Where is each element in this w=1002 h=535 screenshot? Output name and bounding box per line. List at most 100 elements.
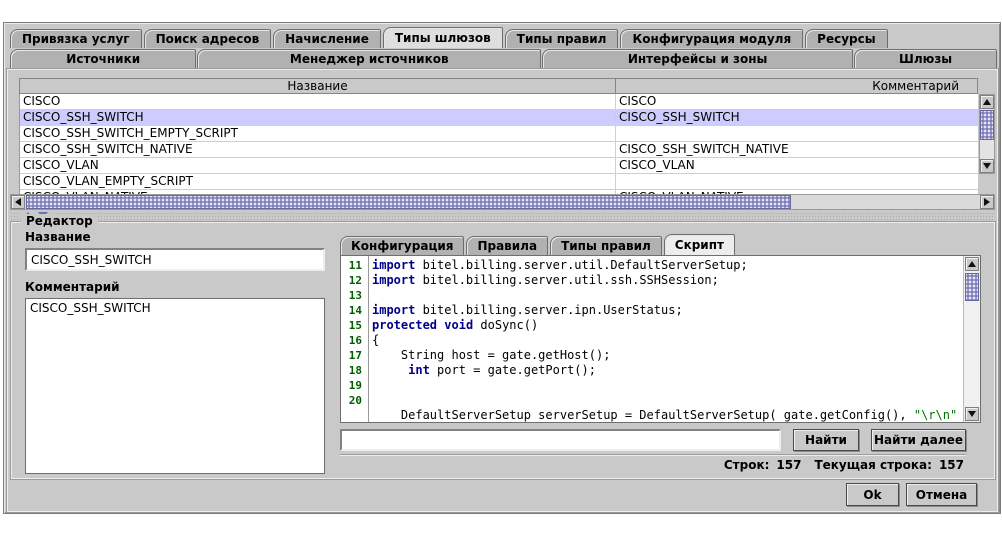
line-number: 20 <box>341 393 367 408</box>
sub-tab-3[interactable]: Шлюзы <box>854 49 997 68</box>
line-number: 11 <box>341 258 367 273</box>
editor-panel-title: Редактор <box>21 214 98 228</box>
scroll-right-icon[interactable] <box>980 195 994 209</box>
editor-tab-bar: КонфигурацияПравилаТипы правилСкрипт <box>340 234 737 255</box>
editor-tab-3[interactable]: Скрипт <box>664 234 735 255</box>
code-segment: bitel.billing.server.util.ssh.SSHSession… <box>415 273 718 287</box>
code-segment: import <box>372 258 415 272</box>
line-number: 13 <box>341 288 367 303</box>
code-segment: doSync() <box>473 318 538 332</box>
main-tab-bar: Привязка услугПоиск адресовНачислениеТип… <box>10 27 996 48</box>
line-number: 17 <box>341 348 367 363</box>
code-segment: bitel.billing.server.util.DefaultServerS… <box>415 258 747 272</box>
comment-textarea[interactable] <box>25 298 325 474</box>
line-number: 16 <box>341 333 367 348</box>
cancel-button[interactable]: Отмена <box>906 483 977 506</box>
horizontal-scroll-thumb[interactable] <box>26 195 791 209</box>
code-line: 11 import bitel.billing.server.util.Defau… <box>341 258 964 273</box>
cell-name: CISCO_VLAN <box>20 158 616 173</box>
scroll-left-icon[interactable] <box>11 195 25 209</box>
sub-tab-2[interactable]: Интерфейсы и зоны <box>542 49 853 68</box>
line-number: 15 <box>341 318 367 333</box>
code-line: 19 <box>341 378 964 393</box>
lines-count-label: Строк: <box>724 458 770 472</box>
code-line: 17 String host = gate.getHost(); <box>341 348 964 363</box>
editor-vertical-scrollbar[interactable] <box>963 256 980 422</box>
code-segment: port = gate.getPort(); <box>430 363 596 377</box>
search-input[interactable] <box>340 429 781 451</box>
content-panel: Название Комментарий CISCOCISCOCISCO_SSH… <box>6 68 999 513</box>
table-row[interactable]: CISCOCISCO <box>20 94 978 110</box>
line-number: 19 <box>341 378 367 393</box>
code-line: 12import bitel.billing.server.util.ssh.S… <box>341 273 964 288</box>
find-button[interactable]: Найти <box>793 429 859 451</box>
editor-tab-2[interactable]: Типы правил <box>550 236 662 255</box>
line-number: 18 <box>341 363 367 378</box>
main-tab-2[interactable]: Начисление <box>273 29 381 48</box>
main-tab-5[interactable]: Конфигурация модуля <box>620 29 803 48</box>
code-segment: "\r\n" <box>914 408 957 422</box>
code-line: 13 <box>341 288 964 303</box>
editor-tab-1[interactable]: Правила <box>466 236 548 255</box>
main-tab-1[interactable]: Поиск адресов <box>144 29 272 48</box>
column-header-comment[interactable]: Комментарий <box>616 79 977 93</box>
scroll-up-icon[interactable] <box>980 95 994 109</box>
current-line-value: 157 <box>939 458 964 472</box>
status-bar: Строк: 157 Текущая строка: 157 <box>724 458 964 472</box>
table-row[interactable]: CISCO_SSH_SWITCHCISCO_SSH_SWITCH <box>20 110 978 126</box>
code-line: 16 { <box>341 333 964 348</box>
cell-comment: CISCO_SSH_SWITCH_NATIVE <box>616 142 978 157</box>
code-segment: import <box>372 273 415 287</box>
code-line: 20 <box>341 393 964 408</box>
app-window: Привязка услугПоиск адресовНачислениеТип… <box>3 22 1001 514</box>
cell-name: CISCO_VLAN_EMPTY_SCRIPT <box>20 174 616 189</box>
table-row[interactable]: CISCO_SSH_SWITCH_EMPTY_SCRIPT <box>20 126 978 142</box>
script-code-editor[interactable]: 11 import bitel.billing.server.util.Defau… <box>340 255 981 423</box>
table-row[interactable]: CISCO_VLANCISCO_VLAN <box>20 158 978 174</box>
code-line: 14 import bitel.billing.server.ipn.UserSt… <box>341 303 964 318</box>
main-tab-0[interactable]: Привязка услуг <box>10 29 142 48</box>
cell-name: CISCO_SSH_SWITCH_EMPTY_SCRIPT <box>20 126 616 141</box>
editor-tab-0[interactable]: Конфигурация <box>340 236 464 255</box>
name-label: Название <box>25 230 91 244</box>
cell-comment <box>616 126 978 141</box>
table-row[interactable]: CISCO_VLAN_EMPTY_SCRIPT <box>20 174 978 190</box>
main-tab-4[interactable]: Типы правил <box>505 29 619 48</box>
code-segment <box>372 363 408 377</box>
column-header-name[interactable]: Название <box>20 79 616 93</box>
line-number: 14 <box>341 303 367 318</box>
code-segment: protected <box>372 318 437 332</box>
split-divider[interactable] <box>10 211 995 220</box>
cell-comment: CISCO <box>616 94 978 109</box>
code-segment: int <box>408 363 430 377</box>
cell-comment: CISCO_SSH_SWITCH <box>616 110 978 125</box>
sub-tab-1[interactable]: Менеджер источников <box>197 49 541 68</box>
cell-comment <box>616 174 978 189</box>
screen: Привязка услугПоиск адресовНачислениеТип… <box>0 0 1002 535</box>
code-segment: bitel.billing.server.ipn.UserStatus; <box>415 303 682 317</box>
code-segment: void <box>444 318 473 332</box>
sub-tab-0[interactable]: Источники <box>10 49 196 68</box>
find-next-button[interactable]: Найти далее <box>871 429 966 451</box>
code-line: 15 protected void doSync() <box>341 318 964 333</box>
vertical-scroll-thumb[interactable] <box>980 110 994 140</box>
main-tab-3[interactable]: Типы шлюзов <box>383 27 503 48</box>
table-row[interactable]: CISCO_SSH_SWITCH_NATIVECISCO_SSH_SWITCH_… <box>20 142 978 158</box>
status-separator <box>340 454 966 455</box>
gutter-separator <box>368 256 369 422</box>
cell-comment: CISCO_VLAN <box>616 158 978 173</box>
ok-button[interactable]: Ok <box>846 483 899 506</box>
cell-name: CISCO_SSH_SWITCH_NATIVE <box>20 142 616 157</box>
main-tab-6[interactable]: Ресурсы <box>805 29 887 48</box>
code-segment: import <box>372 303 415 317</box>
table-horizontal-scrollbar[interactable] <box>10 194 995 210</box>
scroll-down-icon[interactable] <box>980 159 994 173</box>
code-segment: { <box>372 333 379 347</box>
name-input[interactable] <box>25 248 325 271</box>
scroll-down-icon[interactable] <box>965 407 979 421</box>
editor-scroll-thumb[interactable] <box>965 273 979 301</box>
cell-name: CISCO_SSH_SWITCH <box>20 110 616 125</box>
table-vertical-scrollbar[interactable] <box>979 94 995 174</box>
code-segment: String host = gate.getHost(); <box>372 348 610 362</box>
scroll-up-icon[interactable] <box>965 257 979 271</box>
